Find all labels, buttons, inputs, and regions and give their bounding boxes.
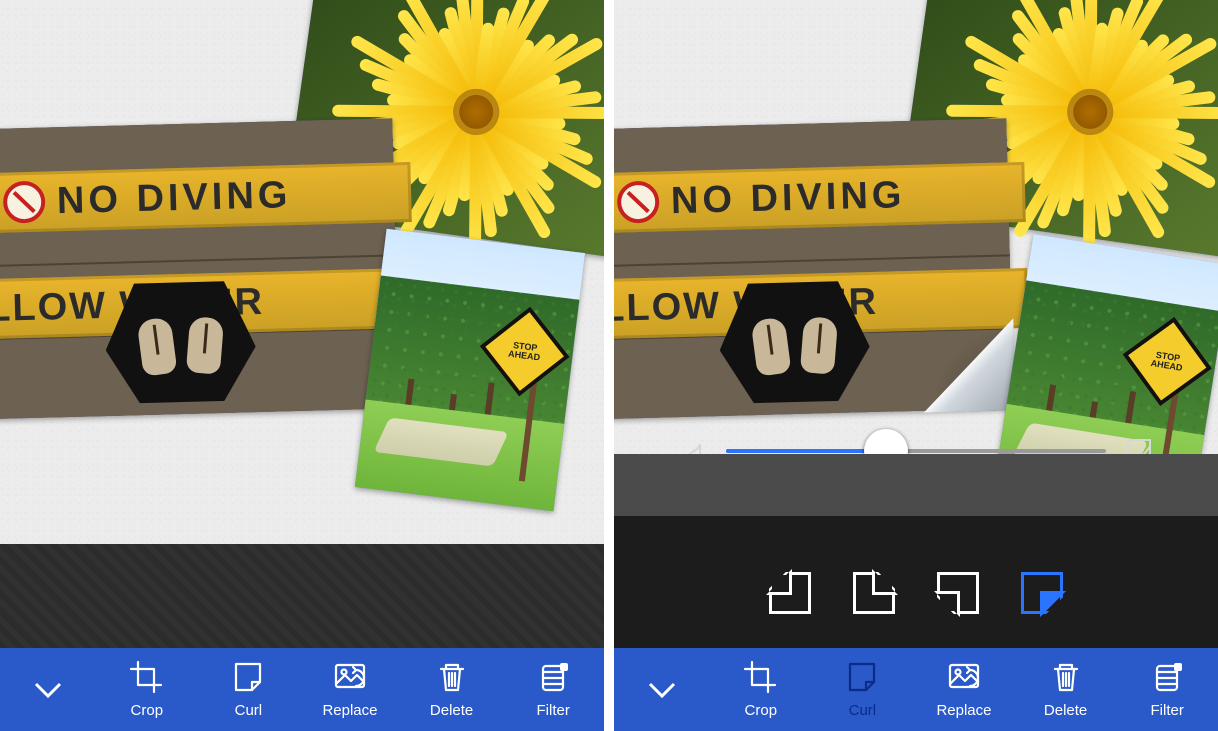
toolbar-delete-button[interactable]: Delete xyxy=(401,660,503,719)
chevron-down-icon xyxy=(642,670,682,710)
toolbar-label: Crop xyxy=(131,702,164,719)
toolbar-label: Delete xyxy=(1044,702,1087,719)
editor-pane-left: NO DIVING ALLOW WATER xyxy=(0,0,604,731)
curl-slider[interactable] xyxy=(726,449,1106,453)
photo-sign[interactable]: NO DIVING ALLOW WATER xyxy=(0,118,400,419)
crop-icon xyxy=(742,660,780,698)
curl-slider-fill xyxy=(726,449,886,453)
toolbar-label: Curl xyxy=(849,702,877,719)
toolbar-label: Replace xyxy=(936,702,991,719)
feet-graphic xyxy=(104,281,257,405)
photo-park[interactable]: STOP AHEAD xyxy=(355,229,585,511)
corner-top-left[interactable] xyxy=(765,568,815,618)
toolbar-label: Filter xyxy=(1151,702,1184,719)
replace-icon xyxy=(945,660,983,698)
toolbar-label: Delete xyxy=(430,702,473,719)
toolbar-label: Curl xyxy=(235,702,263,719)
corner-bottom-right[interactable] xyxy=(1017,568,1067,618)
replace-icon xyxy=(331,660,369,698)
toolbar-items: Crop Curl Replace Delete Filter xyxy=(96,660,604,719)
toolbar-crop-button[interactable]: Crop xyxy=(710,660,812,719)
close-toolbar-button[interactable] xyxy=(614,670,710,710)
toolbar-crop-button[interactable]: Crop xyxy=(96,660,198,719)
toolbar-label: Crop xyxy=(745,702,778,719)
filter-icon xyxy=(534,660,572,698)
sign-line1: NO DIVING xyxy=(670,174,906,223)
corner-top-right[interactable] xyxy=(849,568,899,618)
delete-icon xyxy=(1047,660,1085,698)
editor-pane-right: NO DIVING ALLOW WATER xyxy=(614,0,1218,731)
toolbar-filter-button[interactable]: Filter xyxy=(502,660,604,719)
chevron-down-icon xyxy=(28,670,68,710)
sign-line1: NO DIVING xyxy=(56,174,292,223)
toolbar-label: Replace xyxy=(322,702,377,719)
curl-slider-backdrop xyxy=(614,454,1218,516)
crop-icon xyxy=(128,660,166,698)
toolbar-delete-button[interactable]: Delete xyxy=(1015,660,1117,719)
toolbar-items: Crop Curl Replace Delete Filter xyxy=(710,660,1218,719)
feet-graphic xyxy=(718,281,871,405)
toolbar-label: Filter xyxy=(537,702,570,719)
corner-bottom-left[interactable] xyxy=(933,568,983,618)
toolbar-curl-button[interactable]: Curl xyxy=(812,660,914,719)
edit-toolbar: Crop Curl Replace Delete Filter xyxy=(614,648,1218,731)
curl-corner-options xyxy=(614,568,1218,628)
toolbar-replace-button[interactable]: Replace xyxy=(913,660,1015,719)
photo-sign[interactable]: NO DIVING ALLOW WATER xyxy=(614,118,1014,419)
edit-toolbar: Crop Curl Replace Delete Filter xyxy=(0,648,604,731)
curl-icon xyxy=(843,660,881,698)
no-diving-icon xyxy=(2,181,45,224)
editor-spacer xyxy=(0,544,604,648)
curl-icon xyxy=(229,660,267,698)
no-diving-icon xyxy=(616,181,659,224)
toolbar-curl-button[interactable]: Curl xyxy=(198,660,300,719)
filter-icon xyxy=(1148,660,1186,698)
toolbar-replace-button[interactable]: Replace xyxy=(299,660,401,719)
toolbar-filter-button[interactable]: Filter xyxy=(1116,660,1218,719)
delete-icon xyxy=(433,660,471,698)
close-toolbar-button[interactable] xyxy=(0,670,96,710)
